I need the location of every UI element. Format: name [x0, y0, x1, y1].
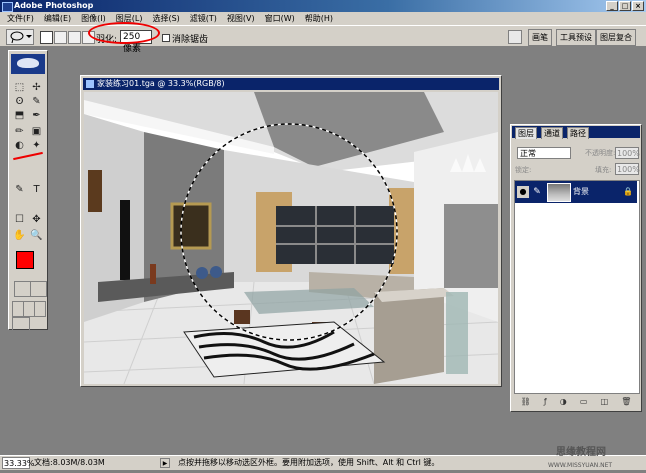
marquee-tool-icon[interactable]: ⬚ [12, 81, 27, 95]
opacity-field[interactable]: 100% [615, 147, 640, 159]
app-titlebar: Adobe Photoshop _ □ × [0, 0, 646, 12]
subtract-from-selection-button[interactable] [68, 31, 81, 44]
window-controls: _ □ × [606, 1, 644, 11]
adjustment-layer-icon[interactable]: ◑ [560, 397, 567, 409]
link-layers-icon[interactable]: ⛓ [521, 397, 531, 409]
feather-highlight-ring [88, 22, 160, 44]
status-menu-arrow-icon[interactable]: ▶ [160, 458, 170, 468]
status-message: 点按并拖移以移动选区外框。要用附加选项，使用 Shift、Alt 和 Ctrl … [178, 458, 440, 467]
lock-icon: 🔒 [623, 187, 633, 196]
menu-edit[interactable]: 编辑(E) [39, 12, 76, 25]
layers-palette: 图层 通道 路径 正常 不透明度: 100% 锁定: 填充: 100% ● ✎ … [510, 124, 642, 412]
menu-bar: 文件(F) 编辑(E) 图像(I) 图层(L) 选择(S) 滤镜(T) 视图(V… [0, 12, 646, 25]
lasso-tool-preset-picker[interactable] [6, 29, 34, 45]
tab-layers[interactable]: 图层 [515, 127, 537, 139]
layer-thumbnail [547, 183, 571, 202]
layers-footer: ⛓ ƒ ◑ ▭ ◫ 🗑 [514, 397, 638, 409]
zoom-tool-icon[interactable]: 🔍 [29, 229, 44, 243]
eyedropper-tool-icon[interactable]: ✥ [29, 213, 44, 227]
clone-stamp-tool-icon[interactable]: ◐ [12, 139, 27, 153]
app-title: Adobe Photoshop [14, 1, 94, 10]
toolbox: ⬚ ✢ ʘ ✎ ⬒ ✒ ✏ ▣ ◐ ✦ T ✎ ☐ ✥ ✋ 🔍 [8, 50, 48, 333]
fill-label: 填充: [595, 166, 612, 174]
type-tool-icon[interactable]: T [29, 183, 44, 197]
lock-label: 锁定: [515, 166, 532, 174]
lasso-tool-icon[interactable]: ʘ [12, 95, 27, 109]
tab-tool-presets[interactable]: 工具预设 [556, 29, 596, 46]
tab-paths[interactable]: 路径 [567, 127, 589, 139]
palette-well-icon[interactable] [508, 30, 522, 44]
move-tool-icon[interactable]: ✢ [29, 81, 44, 95]
menu-filter[interactable]: 滤镜(T) [185, 12, 222, 25]
antialias-label: 消除锯齿 [172, 35, 209, 45]
standard-mode-icon[interactable] [14, 281, 31, 297]
menu-file[interactable]: 文件(F) [2, 12, 39, 25]
document-title: 家装练习01.tga @ 33.3%(RGB/8) [97, 79, 225, 88]
eye-icon[interactable]: ● [517, 186, 529, 198]
antialias-checkbox[interactable] [162, 34, 170, 42]
document-window: 家装练习01.tga @ 33.3%(RGB/8) [80, 75, 502, 387]
status-bar: 33.33% 文档:8.03M/8.03M ▶ 点按并拖移以移动选区外框。要用附… [0, 447, 646, 470]
foreground-color-swatch[interactable] [16, 251, 34, 269]
photoshop-app-icon [2, 2, 13, 12]
close-button[interactable]: × [632, 1, 644, 11]
document-titlebar: 家装练习01.tga @ 33.3%(RGB/8) [83, 78, 499, 90]
watermark-url: WWW.MISSYUAN.NET [548, 462, 613, 469]
menu-help[interactable]: 帮助(H) [300, 12, 338, 25]
add-to-selection-button[interactable] [54, 31, 67, 44]
menu-window[interactable]: 窗口(W) [260, 12, 300, 25]
layer-row-background[interactable]: ● ✎ 背景 🔒 [515, 181, 637, 203]
screen-mode-full-icon[interactable] [34, 301, 46, 317]
image-canvas[interactable] [84, 92, 498, 384]
tab-layer-comps[interactable]: 图层复合 [596, 29, 636, 46]
minimize-button[interactable]: _ [606, 1, 618, 11]
lasso-highlight-mark [13, 151, 43, 161]
lasso-icon [10, 31, 32, 44]
menu-select[interactable]: 选择(S) [147, 12, 184, 25]
crop-tool-icon[interactable]: ⬒ [12, 109, 27, 123]
menu-view[interactable]: 视图(V) [222, 12, 260, 25]
feather-logo-icon [11, 54, 45, 74]
tab-channels[interactable]: 通道 [541, 127, 563, 139]
document-size: 文档:8.03M/8.03M [34, 458, 105, 467]
new-group-icon[interactable]: ▭ [580, 397, 588, 409]
notes-tool-icon[interactable]: ☐ [12, 213, 27, 227]
watermark-name: 思缘教程网 [556, 447, 606, 458]
layer-list: ● ✎ 背景 🔒 [514, 180, 640, 394]
hand-tool-icon[interactable]: ✋ [12, 229, 27, 243]
trash-icon[interactable]: 🗑 [621, 397, 631, 409]
fill-field[interactable]: 100% [615, 163, 640, 175]
tab-brushes[interactable]: 画笔 [528, 29, 552, 46]
magic-wand-tool-icon[interactable]: ✎ [29, 95, 44, 109]
quick-mask-icon[interactable] [30, 281, 47, 297]
living-room-render [84, 92, 498, 384]
new-layer-icon[interactable]: ◫ [601, 397, 609, 409]
path-selection-tool-icon[interactable]: ✎ [12, 183, 27, 197]
document-icon [86, 80, 94, 88]
brush-tool-icon[interactable]: ▣ [29, 125, 44, 139]
slice-tool-icon[interactable]: ✒ [29, 109, 44, 123]
layer-style-icon[interactable]: ƒ [544, 397, 547, 409]
paintbrush-icon: ✎ [533, 187, 541, 197]
jump-to-imageready-icon[interactable] [12, 317, 30, 333]
zoom-field[interactable]: 33.33% [2, 457, 35, 469]
selection-mode-group [40, 31, 95, 44]
blend-mode-select[interactable]: 正常 [517, 147, 571, 159]
healing-brush-tool-icon[interactable]: ✏ [12, 125, 27, 139]
opacity-label: 不透明度: [585, 149, 616, 157]
maximize-button[interactable]: □ [619, 1, 631, 11]
layer-name: 背景 [573, 187, 589, 196]
new-selection-button[interactable] [40, 31, 53, 44]
